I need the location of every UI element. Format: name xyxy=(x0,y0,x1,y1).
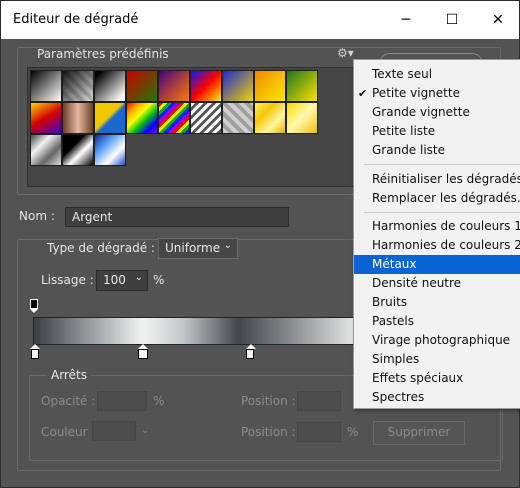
chevron-down-icon: ⌄ xyxy=(141,425,150,436)
preset-swatches xyxy=(27,67,357,187)
gear-icon[interactable]: ⚙▾ xyxy=(337,46,354,60)
chevron-down-icon: ⌄ xyxy=(223,240,232,251)
smoothness-unit: % xyxy=(153,273,165,287)
menu-item-small-list[interactable]: Petite liste xyxy=(354,122,520,141)
color-position-label: Position : xyxy=(241,425,296,439)
preset-swatch[interactable] xyxy=(190,102,222,134)
window-title: Editeur de dégradé xyxy=(13,12,139,27)
preset-swatch[interactable] xyxy=(286,102,318,134)
preset-swatch[interactable] xyxy=(158,102,190,134)
color-stop-selected[interactable] xyxy=(138,349,148,359)
opacity-unit: % xyxy=(153,394,165,408)
preset-swatch[interactable] xyxy=(30,102,62,134)
opacity-stop-pointer xyxy=(30,309,38,313)
menu-item-text-only[interactable]: Texte seul xyxy=(354,65,520,84)
preset-swatch[interactable] xyxy=(94,70,126,102)
menu-item-reset-gradients[interactable]: Réinitialiser les dégradés... xyxy=(354,170,520,189)
menu-item-pastels[interactable]: Pastels xyxy=(354,312,520,331)
opacity-stop[interactable] xyxy=(30,299,38,309)
preset-swatch[interactable] xyxy=(190,70,222,102)
preset-swatch[interactable] xyxy=(222,102,254,134)
color-position-input[interactable] xyxy=(297,422,341,442)
menu-item-color-harmonies-2[interactable]: Harmonies de couleurs 2 xyxy=(354,236,520,255)
chevron-down-icon: ⌄ xyxy=(134,272,143,283)
presets-label: Paramètres prédéfinis xyxy=(37,47,169,61)
menu-item-neutral-density[interactable]: Densité neutre xyxy=(354,274,520,293)
menu-item-color-harmonies-1[interactable]: Harmonies de couleurs 1 xyxy=(354,217,520,236)
title-bar: Editeur de dégradé ─ ☐ ✕ xyxy=(1,1,519,39)
menu-item-spectrums[interactable]: Spectres xyxy=(354,388,520,407)
color-stop[interactable] xyxy=(31,349,39,359)
menu-item-metals[interactable]: Métaux xyxy=(354,255,520,274)
preset-swatch[interactable] xyxy=(222,70,254,102)
checkmark-icon: ✔ xyxy=(358,87,368,100)
gradient-preview-bar[interactable] xyxy=(33,317,365,345)
delete-button[interactable]: Supprimer xyxy=(373,421,465,445)
gradient-type-value: Uniforme xyxy=(165,241,221,255)
smoothness-value: 100 xyxy=(103,273,126,287)
menu-item-replace-gradients[interactable]: Remplacer les dégradés... xyxy=(354,189,520,208)
color-stop[interactable] xyxy=(246,349,254,359)
menu-item-large-thumbnail[interactable]: Grande vignette xyxy=(354,103,520,122)
preset-swatch[interactable] xyxy=(62,134,94,166)
opacity-position-input[interactable] xyxy=(297,391,341,411)
opacity-label: Opacité : xyxy=(41,394,96,408)
preset-swatch[interactable] xyxy=(94,134,126,166)
name-input[interactable]: Argent xyxy=(65,207,289,227)
opacity-position-label: Position : xyxy=(241,394,296,408)
gradient-type-label: Type de dégradé : xyxy=(47,241,155,255)
close-button[interactable]: ✕ xyxy=(475,1,520,39)
preset-swatch[interactable] xyxy=(158,70,190,102)
menu-item-small-thumbnail[interactable]: ✔ Petite vignette xyxy=(354,84,520,103)
preset-swatch[interactable] xyxy=(254,102,286,134)
preset-swatch[interactable] xyxy=(30,70,62,102)
menu-item-simple[interactable]: Simples xyxy=(354,350,520,369)
maximize-button[interactable]: ☐ xyxy=(429,1,475,39)
menu-item-large-list[interactable]: Grande liste xyxy=(354,141,520,160)
smoothness-input[interactable]: 100 ⌄ xyxy=(96,270,148,291)
stops-title: Arrêts xyxy=(47,368,91,382)
preset-swatch[interactable] xyxy=(286,70,318,102)
opacity-input[interactable] xyxy=(97,391,147,411)
preset-swatch[interactable] xyxy=(94,102,126,134)
menu-item-special-effects[interactable]: Effets spéciaux xyxy=(354,369,520,388)
preset-swatch[interactable] xyxy=(62,102,94,134)
menu-separator xyxy=(364,164,520,165)
gradient-type-select[interactable]: Uniforme ⌄ xyxy=(158,238,238,259)
gradient-editor-window: Editeur de dégradé ─ ☐ ✕ Paramètres préd… xyxy=(0,0,520,488)
color-position-unit: % xyxy=(347,425,359,439)
preset-swatch[interactable] xyxy=(126,70,158,102)
preset-swatch[interactable] xyxy=(126,102,158,134)
presets-menu: Texte seul ✔ Petite vignette Grande vign… xyxy=(353,59,520,409)
minimize-button[interactable]: ─ xyxy=(383,1,429,39)
name-label: Nom : xyxy=(19,209,55,223)
preset-swatch[interactable] xyxy=(254,70,286,102)
menu-separator xyxy=(364,212,520,213)
smoothness-label: Lissage : xyxy=(41,273,94,287)
menu-item-noise[interactable]: Bruits xyxy=(354,293,520,312)
color-swatch-input[interactable] xyxy=(92,421,136,441)
color-label: Couleur : xyxy=(41,425,96,439)
preset-swatch[interactable] xyxy=(30,134,62,166)
menu-item-photographic-toning[interactable]: Virage photographique xyxy=(354,331,520,350)
preset-swatch[interactable] xyxy=(62,70,94,102)
menu-item-label: Petite vignette xyxy=(372,86,460,100)
